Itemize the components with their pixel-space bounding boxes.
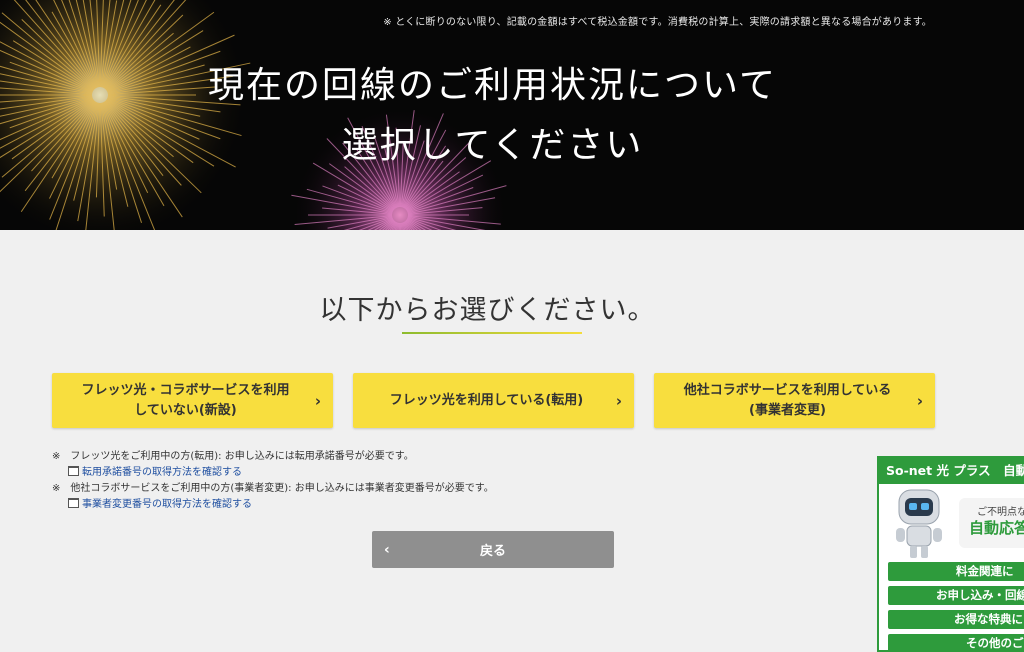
option-label: フレッツ光を利用している(転用) [390,391,584,411]
transfer-number-link-text: 転用承諾番号の取得方法を確認する [82,467,242,478]
page-title: 現在の回線のご利用状況について 選択してください [0,56,985,176]
chat-widget-header: So-net 光 プラス 自動 [879,458,1024,484]
notes: ※ フレッツ光をご利用中の方(転用): お申し込みには転用承諾番号が必要です。 … [52,449,494,513]
document-icon [68,466,79,476]
note-provider-change: ※ 他社コラボサービスをご利用中の方(事業者変更): お申し込みには事業者変更番… [52,483,494,494]
chevron-right-icon: › [615,391,622,410]
option-label-line1: 他社コラボサービスを利用している [683,382,892,398]
back-button-label: 戻る [479,544,506,559]
tax-notice: ※ とくに断りのない限り、記載の金額はすべて税込金額です。消費税の計算上、実際の… [383,17,932,28]
note-transfer: ※ フレッツ光をご利用中の方(転用): お申し込みには転用承諾番号が必要です。 [52,451,414,462]
option-label-line1: フレッツ光・コラボサービスを利用 [81,382,290,398]
transfer-number-link[interactable]: 転用承諾番号の取得方法を確認する [52,465,494,481]
option-transfer-button[interactable]: フレッツ光を利用している(転用) › [353,373,634,428]
chat-option-pricing[interactable]: 料金関連に [888,562,1024,581]
chevron-right-icon: › [314,391,321,410]
chevron-right-icon: › [916,391,923,410]
provider-change-number-link-text: 事業者変更番号の取得方法を確認する [82,499,252,510]
chat-option-benefits[interactable]: お得な特典に [888,610,1024,629]
chevron-left-icon: ‹ [384,541,390,558]
chat-option-other[interactable]: その他のご [888,634,1024,650]
option-label-line2: していない(新設) [134,402,237,418]
chat-bubble-text-small: ご不明点な [977,507,1024,518]
option-label-line1: フレッツ光を利用している(転用) [389,392,584,408]
document-icon [68,498,79,508]
section-heading: 以下からお選びください。 [319,295,656,326]
chat-bubble-text-big: 自動応答 [969,519,1024,537]
option-provider-change-button[interactable]: 他社コラボサービスを利用している (事業者変更) › [654,373,935,428]
page-title-line2: 選択してください [341,125,644,166]
provider-change-number-link[interactable]: 事業者変更番号の取得方法を確認する [52,497,494,513]
option-label: フレッツ光・コラボサービスを利用 していない(新設) [81,381,289,421]
heading-underline [402,332,582,334]
hero-banner: ※ とくに断りのない限り、記載の金額はすべて税込金額です。消費税の計算上、実際の… [0,0,1024,230]
back-button[interactable]: ‹ 戻る [372,531,614,568]
chat-option-application[interactable]: お申し込み・回線 [888,586,1024,605]
robot-icon [896,489,942,558]
option-label: 他社コラボサービスを利用している (事業者変更) [684,381,892,421]
page-title-line1: 現在の回線のご利用状況について [208,65,777,106]
option-new-install-button[interactable]: フレッツ光・コラボサービスを利用 していない(新設) › [52,373,333,428]
chat-widget[interactable]: So-net 光 プラス 自動 ご不明点な 自動応答 料金関連に お申し込み・回… [877,456,1024,652]
option-label-line2: (事業者変更) [749,402,826,418]
